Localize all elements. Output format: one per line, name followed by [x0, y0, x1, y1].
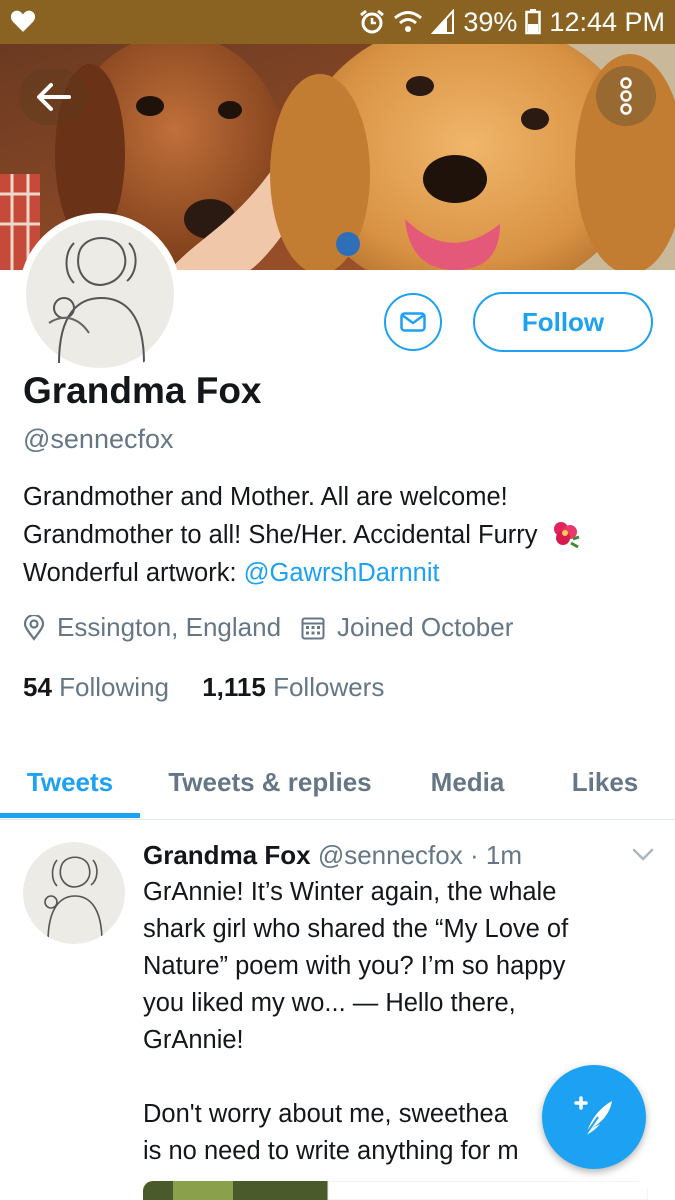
tweet-handle: @sennecfox — [317, 840, 463, 870]
follow-counts: 54 Following 1,115 Followers — [23, 672, 384, 703]
joined-item: Joined October — [301, 612, 513, 643]
followers-label: Followers — [273, 672, 385, 702]
tweet-author[interactable]: Grandma Fox — [143, 840, 311, 870]
active-tab-indicator — [0, 813, 140, 818]
flower-emoji-icon — [553, 522, 580, 549]
back-button[interactable] — [19, 69, 87, 125]
profile-display-name: Grandma Fox — [23, 370, 262, 411]
tweet-header: Grandma Fox @sennecfox · 1m — [143, 840, 522, 871]
tweet-line: Nature” poem with you? I’m so happy — [143, 952, 566, 980]
following-link[interactable]: 54 Following — [23, 672, 169, 702]
bio-text: Wonderful artwork: — [23, 559, 244, 587]
profile-handle: @sennecfox — [23, 424, 174, 454]
bio-line: Wonderful artwork: @GawrshDarnnit — [23, 554, 653, 592]
battery-percent: 39% — [463, 6, 518, 37]
location-text: Essington, England — [57, 612, 282, 642]
following-count: 54 — [23, 672, 52, 702]
location-item: Essington, England — [23, 612, 281, 643]
tweet-line: GrAnnie! It’s Winter again, the whale — [143, 878, 557, 906]
bio-line: Grandmother and Mother. All are welcome! — [23, 483, 508, 511]
tweet-media-preview[interactable] — [143, 1181, 648, 1200]
location-icon — [23, 614, 45, 641]
clock: 12:44 PM — [549, 6, 665, 37]
compose-tweet-button[interactable] — [542, 1065, 646, 1169]
bio-mention-link[interactable]: @GawrshDarnnit — [244, 559, 440, 587]
message-button[interactable] — [384, 293, 442, 351]
tab-likes[interactable]: Likes — [545, 745, 665, 819]
more-options-button[interactable] — [596, 66, 656, 126]
back-arrow-icon — [37, 83, 71, 111]
wifi-icon — [394, 11, 423, 32]
tweet-avatar[interactable] — [23, 842, 125, 944]
followers-link[interactable]: 1,115 Followers — [202, 672, 384, 702]
tab-media[interactable]: Media — [405, 745, 530, 819]
profile-avatar[interactable] — [19, 213, 181, 375]
tab-tweets-replies[interactable]: Tweets & replies — [150, 745, 390, 819]
status-bar: 39% 12:44 PM — [0, 0, 675, 44]
profile-meta: Essington, England Joined October — [23, 612, 513, 643]
chevron-down-icon[interactable] — [632, 848, 654, 862]
bio-line: Grandmother to all! She/Her. Accidental … — [23, 516, 653, 554]
envelope-icon — [400, 312, 426, 332]
followers-count: 1,115 — [202, 672, 266, 702]
more-icon — [620, 77, 632, 115]
joined-text: Joined October — [337, 612, 514, 642]
tweet-time: · 1m — [469, 840, 522, 870]
battery-icon — [525, 9, 542, 35]
follow-button[interactable]: Follow — [473, 292, 653, 352]
signal-icon — [431, 9, 455, 34]
profile-tabs: Tweets Tweets & replies Media Likes — [0, 745, 675, 820]
heart-icon — [10, 10, 36, 32]
alarm-icon — [360, 9, 385, 34]
tweet-line: you liked my wo... — Hello there, — [143, 989, 516, 1017]
tweet-line: GrAnnie! — [143, 1026, 244, 1054]
bio-text: Grandmother to all! She/Her. Accidental … — [23, 521, 538, 549]
following-label: Following — [59, 672, 169, 702]
profile-bio: Grandmother and Mother. All are welcome!… — [23, 478, 653, 592]
calendar-icon — [301, 617, 325, 639]
tweet-line: shark girl who shared the “My Love of — [143, 915, 569, 943]
tab-tweets[interactable]: Tweets — [0, 745, 140, 819]
compose-icon — [574, 1096, 612, 1138]
